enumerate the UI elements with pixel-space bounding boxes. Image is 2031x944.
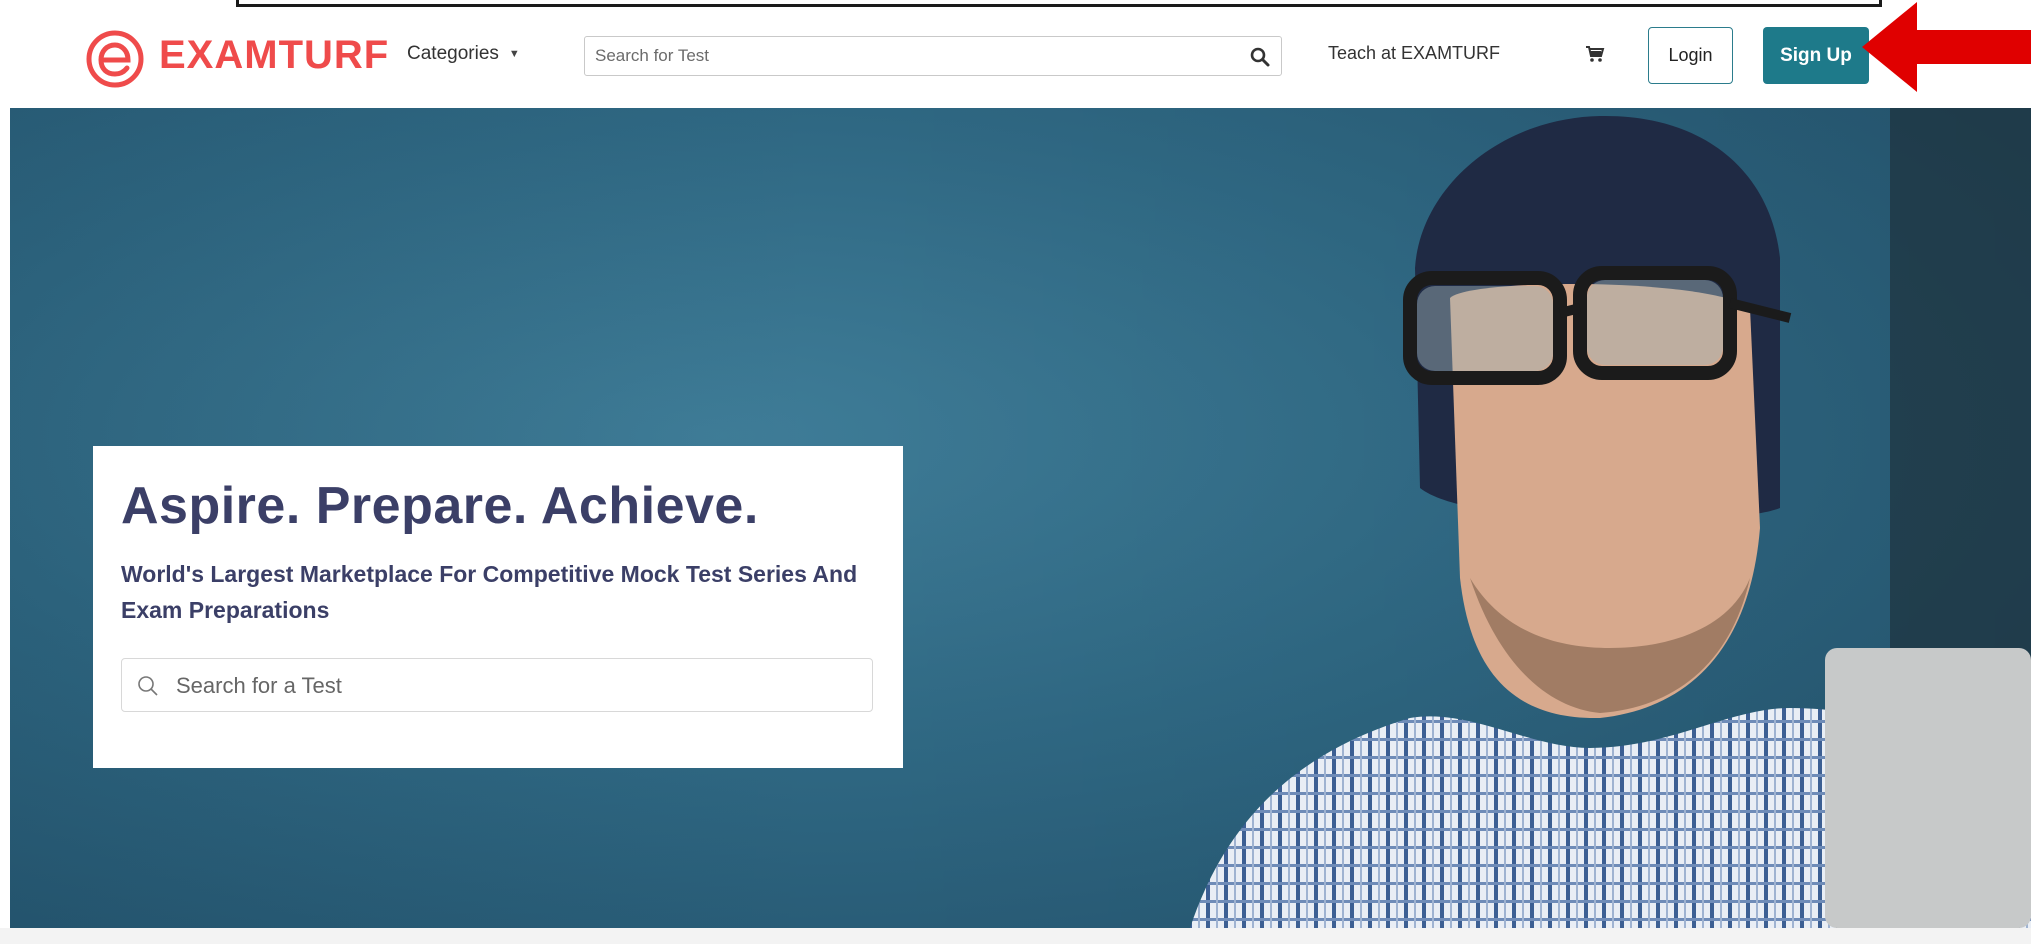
search-icon — [138, 676, 158, 696]
examturf-logo-icon[interactable] — [84, 28, 148, 90]
brand-logo-text[interactable]: EXAMTURF — [159, 33, 389, 78]
login-button[interactable]: Login — [1648, 27, 1733, 84]
categories-dropdown[interactable]: Categories ▼ — [407, 43, 520, 65]
hero-search-card: Aspire. Prepare. Achieve. World's Larges… — [93, 446, 903, 768]
browser-page: EXAMTURF Categories ▼ Teach at EXAMTURF … — [0, 0, 2031, 944]
hero-search-input[interactable] — [174, 659, 868, 713]
signup-button[interactable]: Sign Up — [1763, 27, 1869, 84]
caret-down-icon: ▼ — [508, 48, 520, 60]
hero-subtitle: World's Largest Marketplace For Competit… — [121, 561, 858, 623]
top-navbar: EXAMTURF Categories ▼ Teach at EXAMTURF … — [0, 0, 2031, 108]
categories-label: Categories — [407, 43, 499, 64]
search-icon[interactable] — [1249, 46, 1271, 68]
hero-search-box — [121, 658, 873, 713]
cart-icon[interactable] — [1585, 45, 1605, 63]
hero-banner: Aspire. Prepare. Achieve. World's Larges… — [10, 108, 2031, 928]
annotation-box-edge — [236, 0, 1882, 7]
red-pointer-arrow-icon — [1862, 2, 2031, 92]
header-search-box — [584, 36, 1282, 76]
page-bottom-edge — [0, 928, 2031, 944]
teach-link[interactable]: Teach at EXAMTURF — [1328, 43, 1500, 64]
header-search-input[interactable] — [585, 37, 1235, 75]
hero-title: Aspire. Prepare. Achieve. — [121, 477, 759, 535]
hero-person-image — [1190, 108, 2031, 928]
